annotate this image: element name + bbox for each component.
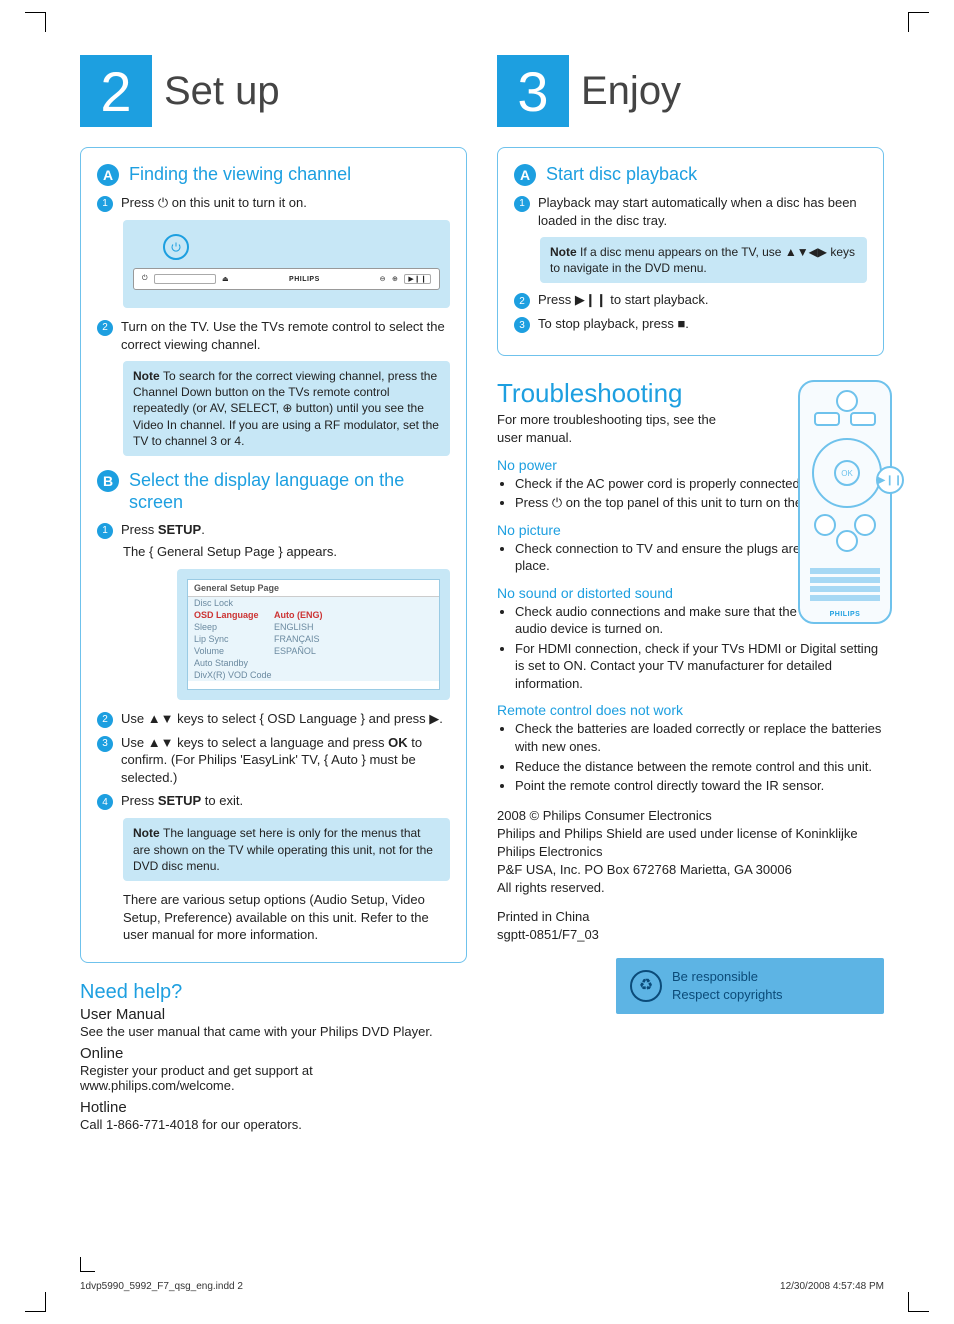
remote-button: [814, 514, 836, 536]
crop-mark: [80, 1257, 95, 1272]
step: 1 Playback may start automatically when …: [514, 194, 867, 229]
ts-item: Reduce the distance between the remote c…: [515, 758, 884, 776]
ts-item: For HDMI connection, check if your TVs H…: [515, 640, 884, 693]
help-subhead: User Manual: [80, 1006, 467, 1023]
footer-timestamp: 12/30/2008 4:57:48 PM: [780, 1281, 884, 1292]
menu-row: Lip SyncFRANÇAIS: [188, 633, 439, 645]
menu-row: SleepENGLISH: [188, 621, 439, 633]
panel-enjoy: A Start disc playback 1 Playback may sta…: [497, 147, 884, 356]
crop-mark: [45, 12, 46, 32]
ts-item: Point the remote control directly toward…: [515, 777, 884, 795]
step: 1 Press ⏻ on this unit to turn it on.: [97, 194, 450, 212]
subsection-title: Start disc playback: [546, 164, 697, 186]
crop-mark: [25, 12, 45, 13]
subsection-title: Finding the viewing channel: [129, 164, 351, 186]
next-icon: ⊕: [392, 275, 398, 283]
step: 2 Turn on the TV. Use the TVs remote con…: [97, 318, 450, 353]
recycle-icon: ♻: [630, 970, 662, 1002]
menu-row: OSD LanguageAuto (ENG): [188, 609, 439, 621]
help-subhead: Hotline: [80, 1099, 467, 1116]
section-title: Enjoy: [581, 69, 681, 114]
crop-mark: [25, 1311, 45, 1312]
menu-row: DivX(R) VOD Code: [188, 669, 439, 681]
step-sub: The { General Setup Page } appears.: [123, 543, 450, 561]
badge-a: A: [97, 164, 119, 186]
step: 3 To stop playback, press ■.: [514, 315, 867, 333]
subsection-title: Select the display language on the scree…: [129, 470, 450, 513]
step: 2 Press ▶❙❙ to start playback.: [514, 291, 867, 309]
section-number: 3: [497, 55, 569, 127]
crop-mark: [45, 1292, 46, 1312]
power-icon: [163, 234, 189, 260]
disc-tray: [154, 274, 216, 284]
section-number: 2: [80, 55, 152, 127]
remote-button: [850, 412, 876, 426]
help-text: See the user manual that came with your …: [80, 1024, 467, 1039]
help-text: Register your product and get support at…: [80, 1063, 467, 1093]
help-subhead: Online: [80, 1045, 467, 1062]
page-footer: 1dvp5990_5992_F7_qsg_eng.indd 2 12/30/20…: [80, 1281, 884, 1292]
section-2-header: 2 Set up: [80, 55, 467, 127]
step: 2 Use ▲▼ keys to select { OSD Language }…: [97, 710, 450, 728]
section-title: Set up: [164, 69, 280, 114]
menu-row: VolumeESPAÑOL: [188, 645, 439, 657]
brand-label: PHILIPS: [235, 276, 373, 283]
badge-a: A: [514, 164, 536, 186]
panel-setup: A Finding the viewing channel 1 Press ⏻ …: [80, 147, 467, 963]
note-box: Note If a disc menu appears on the TV, u…: [540, 237, 867, 283]
prev-icon: ⊖: [380, 275, 386, 283]
eject-icon: ⏏: [222, 275, 229, 283]
ts-list: Check the batteries are loaded correctly…: [515, 720, 884, 794]
step: 1 Press SETUP.: [97, 521, 450, 539]
crop-mark: [908, 1292, 909, 1312]
device-illustration: ⏻ ⏏ PHILIPS ⊖ ⊕ ▶❙❙: [123, 220, 450, 308]
ts-group-label: Remote control does not work: [497, 702, 884, 718]
footer-filename: 1dvp5990_5992_F7_qsg_eng.indd 2: [80, 1281, 243, 1292]
section-3-header: 3 Enjoy: [497, 55, 884, 127]
step: 4 Press SETUP to exit.: [97, 792, 450, 810]
menu-row: Disc Lock: [188, 597, 439, 609]
ts-item: Check the batteries are loaded correctly…: [515, 720, 884, 755]
paragraph: There are various setup options (Audio S…: [123, 891, 450, 944]
menu-row: Auto Standby: [188, 657, 439, 669]
badge-b: B: [97, 470, 119, 492]
crop-mark: [908, 12, 909, 32]
remote-button: [814, 412, 840, 426]
remote-power-icon: [836, 390, 858, 412]
play-pause-icon: ▶❙❙: [404, 274, 431, 284]
remote-logo: PHILIPS: [800, 611, 890, 618]
troubleshooting-sub: For more troubleshooting tips, see the u…: [497, 411, 717, 446]
be-responsible-box: ♻ Be responsible Respect copyrights: [616, 958, 884, 1014]
help-text: Call 1-866-771-4018 for our operators.: [80, 1117, 467, 1132]
note-box: Note To search for the correct viewing c…: [123, 361, 450, 456]
remote-stop-button: [836, 530, 858, 552]
remote-button: [854, 514, 876, 536]
note-box: Note The language set here is only for t…: [123, 818, 450, 881]
step: 3 Use ▲▼ keys to select a language and p…: [97, 734, 450, 787]
remote-play-pause-button: ▶❙❙: [876, 466, 904, 494]
crop-mark: [909, 12, 929, 13]
remote-illustration: OK ▶❙❙ PHILIPS: [798, 380, 888, 624]
legal-block: 2008 © Philips Consumer Electronics Phil…: [497, 807, 884, 1015]
crop-mark: [909, 1311, 929, 1312]
osd-menu-screenshot: General Setup Page Disc LockOSD Language…: [177, 569, 450, 700]
power-icon: ⏻: [142, 275, 148, 283]
need-help-title: Need help?: [80, 981, 467, 1004]
